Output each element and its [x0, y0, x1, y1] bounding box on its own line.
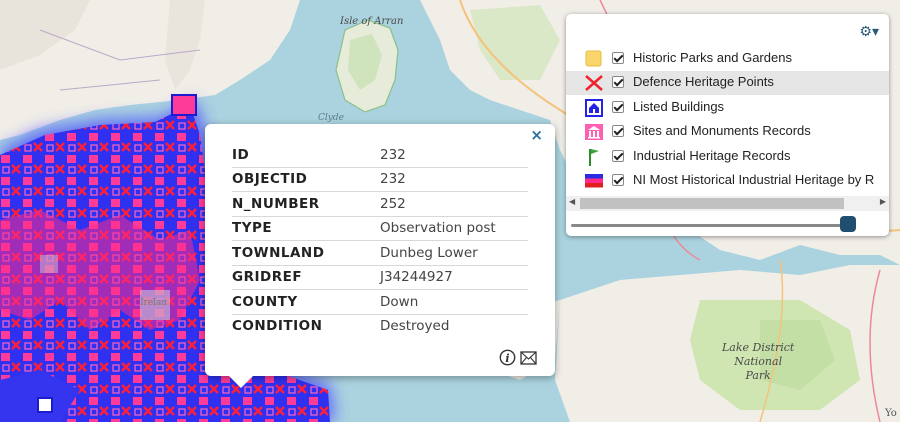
layer-row-historic-parks[interactable]: Historic Parks and Gardens: [566, 47, 889, 71]
attribute-value: J34244927: [380, 265, 528, 290]
feature-info-popup: × ID 232 OBJECTID 232 N_NUMBER 252 TYPE Observa…: [205, 124, 555, 388]
attribute-row: TOWNLAND Dunbeg Lower: [232, 240, 528, 266]
attribute-value: 252: [380, 191, 528, 217]
attribute-table: ID 232 OBJECTID 232 N_NUMBER 252 TYPE Observati…: [232, 143, 528, 338]
place-label-lake-district: Lake District National Park: [722, 341, 795, 382]
mail-icon[interactable]: [520, 350, 537, 365]
attribute-key: GRIDREF: [232, 265, 380, 290]
attribute-value: Down: [380, 289, 528, 315]
pink-temple-icon: [585, 124, 603, 140]
attribute-value: Dunbeg Lower: [380, 240, 528, 266]
opacity-slider-track[interactable]: [571, 224, 851, 227]
scrollbar-thumb[interactable]: [580, 198, 844, 209]
attribute-key: OBJECTID: [232, 167, 380, 192]
layer-checkbox[interactable]: [612, 76, 624, 88]
attribute-row: ID 232: [232, 143, 528, 168]
attribute-key: TOWNLAND: [232, 240, 380, 266]
layer-checkbox[interactable]: [612, 52, 624, 64]
place-label-ireland: Irelan: [140, 298, 167, 308]
place-label-clyde: Clyde: [318, 113, 344, 123]
attribute-value: 232: [380, 143, 528, 168]
layer-label: Listed Buildings: [633, 99, 725, 114]
yellow-square-icon: [585, 50, 602, 67]
layer-label: Defence Heritage Points: [633, 74, 774, 89]
attribute-key: CONDITION: [232, 318, 323, 335]
attribute-key: TYPE: [232, 216, 380, 241]
layer-row-industrial-heritage[interactable]: Industrial Heritage Records: [566, 145, 889, 169]
layer-label: Industrial Heritage Records: [633, 148, 791, 163]
attribute-row: OBJECTID 232: [232, 167, 528, 192]
info-icon[interactable]: i: [499, 349, 516, 366]
layer-checkbox[interactable]: [612, 174, 624, 186]
layer-label: Sites and Monuments Records: [633, 123, 811, 138]
layer-label: Historic Parks and Gardens: [633, 50, 792, 65]
layer-label: NI Most Historical Industrial Heritage b…: [633, 172, 875, 187]
place-label-yo: Yo: [884, 408, 897, 419]
place-label-arran: Isle of Arran: [339, 16, 403, 27]
attribute-key: COUNTY: [232, 289, 380, 315]
attribute-value: Observation post: [380, 216, 528, 241]
red-cross-icon: [585, 75, 603, 91]
scroll-right-icon[interactable]: ▶: [880, 197, 886, 206]
attribute-value: 232: [380, 167, 528, 192]
attribute-row: N_NUMBER 252: [232, 191, 528, 217]
legend-horizontal-scrollbar[interactable]: ◀ ▶: [566, 196, 889, 211]
layer-row-ni-industrial[interactable]: NI Most Historical Industrial Heritage b…: [566, 169, 889, 193]
striped-flag-icon: [585, 174, 603, 188]
opacity-slider-handle[interactable]: [840, 216, 856, 232]
attribute-row: GRIDREF J34244927: [232, 265, 528, 290]
blue-house-icon: [585, 99, 603, 117]
popup-toolbar: i: [499, 349, 537, 366]
attribute-row: CONDITION Destroyed: [232, 314, 528, 338]
gear-icon[interactable]: ⚙▾: [859, 24, 879, 40]
attribute-key: ID: [232, 143, 380, 168]
layer-row-defence-heritage[interactable]: Defence Heritage Points: [566, 71, 889, 95]
layer-legend-panel: ⚙▾ Historic Parks and Gardens Defence He…: [566, 14, 889, 236]
layer-checkbox[interactable]: [612, 125, 624, 137]
layer-checkbox[interactable]: [612, 150, 624, 162]
attribute-value: Destroyed: [380, 318, 450, 335]
svg-text:i: i: [505, 352, 509, 365]
layer-row-listed-buildings[interactable]: Listed Buildings: [566, 96, 889, 120]
attribute-row: COUNTY Down: [232, 289, 528, 315]
green-flag-icon: [589, 149, 599, 166]
attribute-key: N_NUMBER: [232, 191, 380, 217]
scroll-left-icon[interactable]: ◀: [569, 197, 575, 206]
layer-checkbox[interactable]: [612, 101, 624, 113]
attribute-row: TYPE Observation post: [232, 216, 528, 241]
layer-row-sites-monuments[interactable]: Sites and Monuments Records: [566, 120, 889, 144]
close-icon[interactable]: ×: [530, 126, 543, 144]
